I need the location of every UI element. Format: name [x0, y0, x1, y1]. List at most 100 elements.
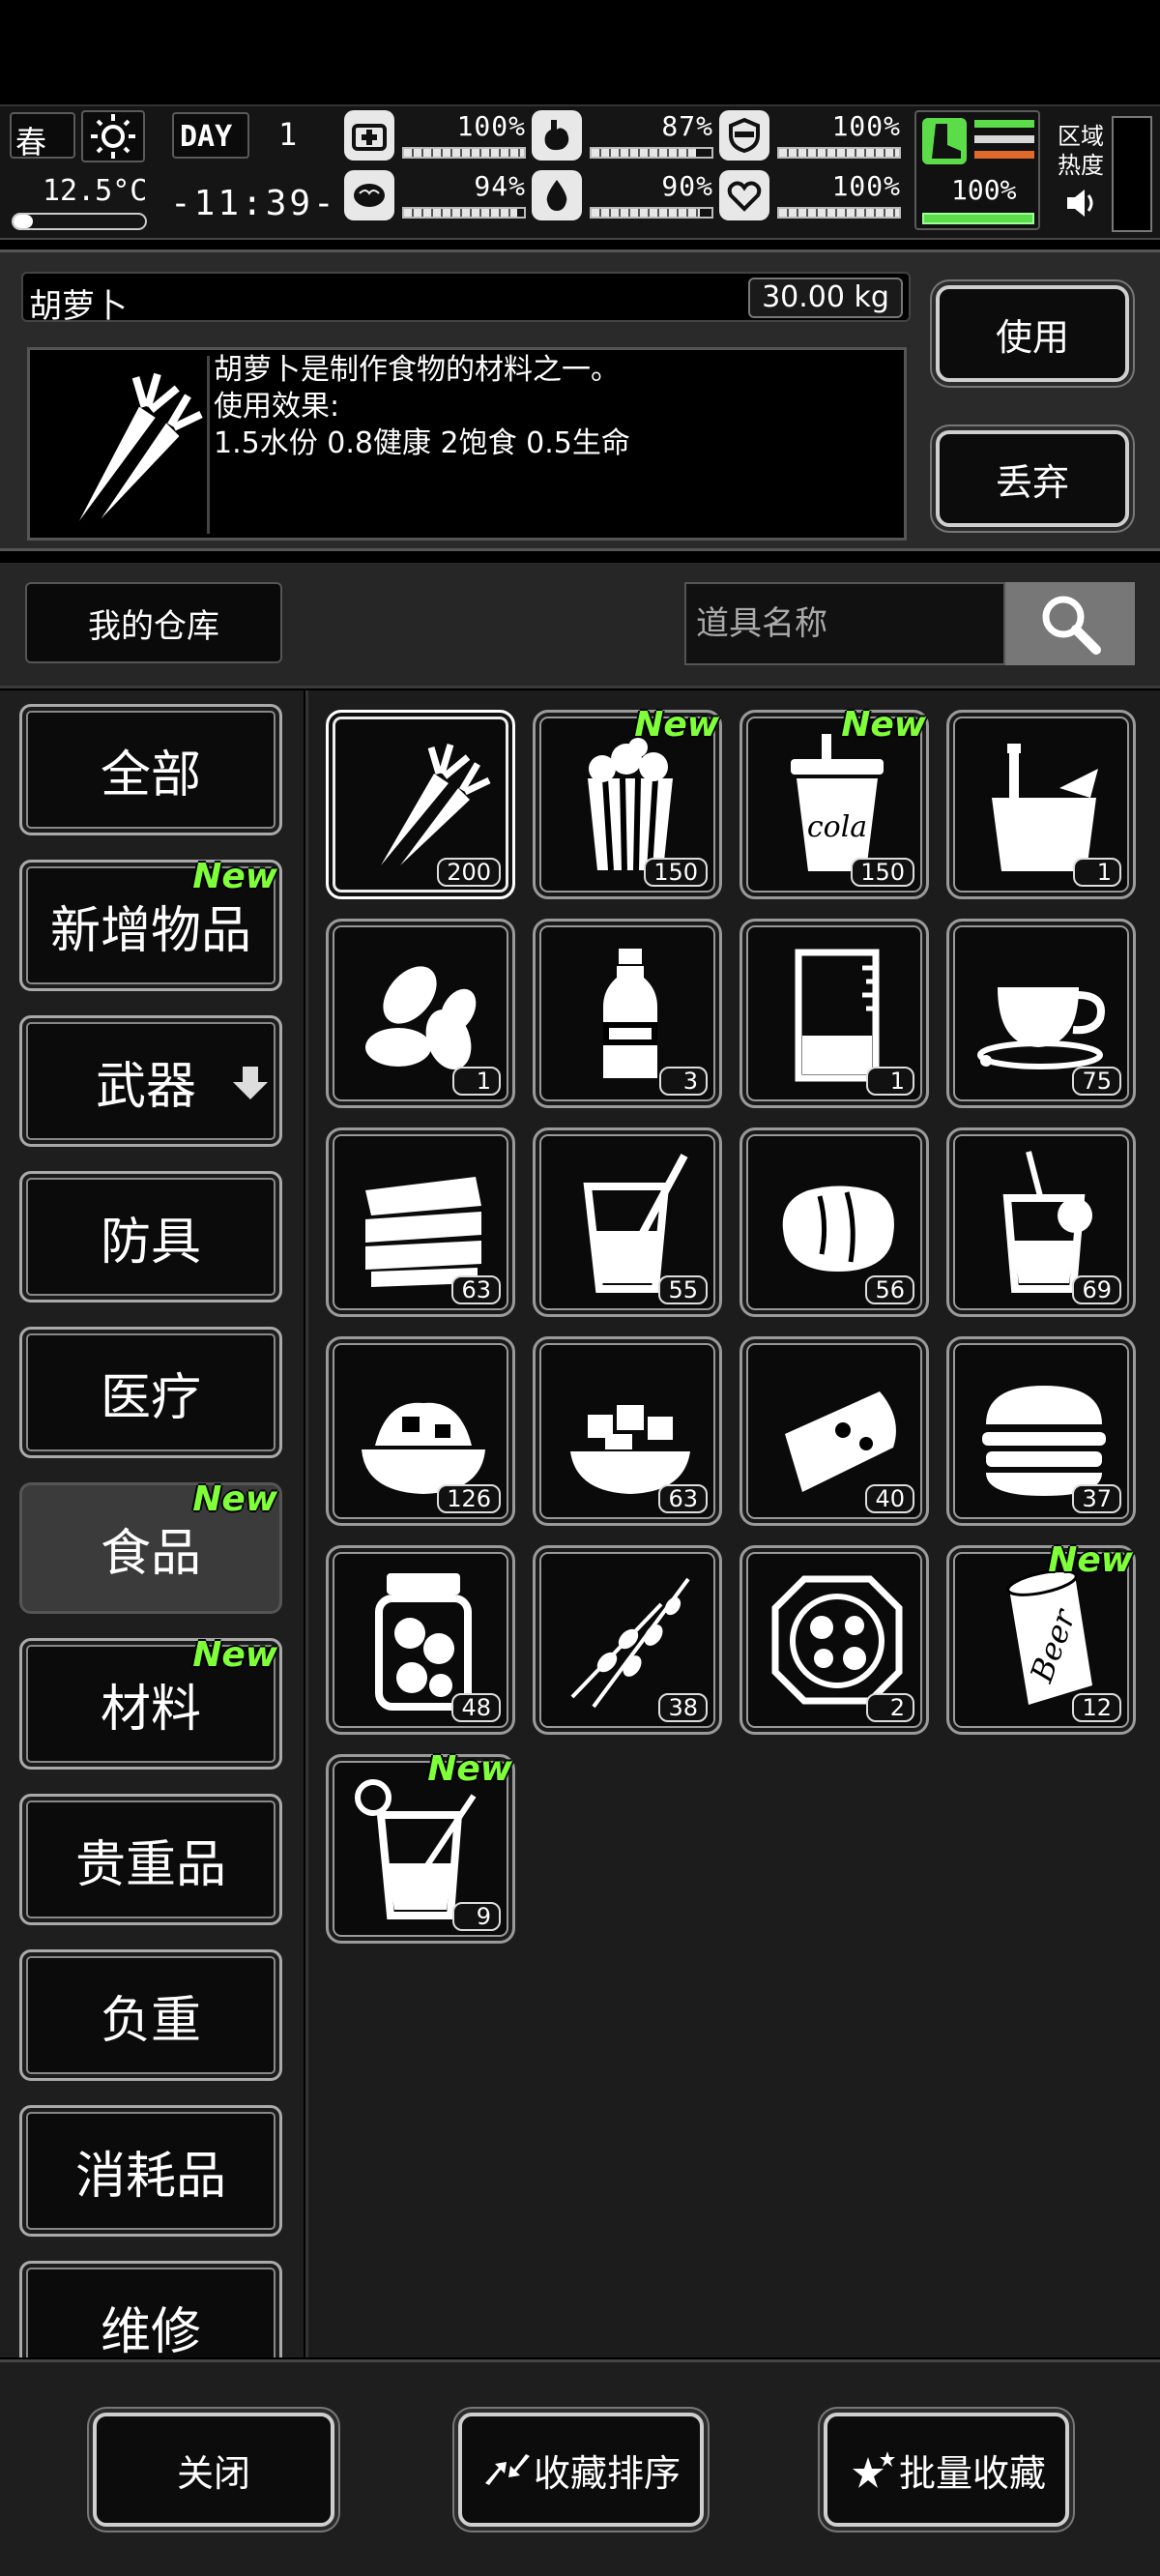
item-quantity: 200: [437, 858, 501, 887]
category-button[interactable]: 防具: [19, 1171, 282, 1303]
item-quantity: 48: [451, 1693, 501, 1722]
item-quantity: 2: [866, 1693, 914, 1722]
item-slot[interactable]: 63: [326, 1127, 515, 1317]
stat-bar-fill: [404, 149, 524, 157]
item-slot[interactable]: 37: [946, 1336, 1136, 1526]
item-slot[interactable]: 56: [740, 1127, 929, 1317]
category-button[interactable]: 全部: [19, 704, 282, 835]
item-quantity: 38: [658, 1693, 708, 1722]
category-button[interactable]: 新增物品 New: [19, 857, 282, 991]
stamina-value: 100%: [951, 174, 1017, 206]
item-slot[interactable]: 1: [946, 710, 1136, 899]
category-label: 新增物品: [49, 901, 251, 960]
item-slot[interactable]: 63: [533, 1336, 722, 1526]
speaker-icon[interactable]: [1063, 186, 1098, 220]
stars-icon: [852, 2451, 895, 2488]
item-quantity: 56: [865, 1275, 914, 1304]
ice-bucket-icon: [992, 744, 1098, 871]
new-badge: New: [634, 705, 719, 745]
tofu-bowl-icon: [570, 1405, 690, 1494]
area-heat-label-2: 热度: [1058, 152, 1104, 179]
heart-icon: [719, 170, 769, 220]
discard-button[interactable]: 丢弃: [936, 430, 1129, 527]
item-slot[interactable]: Beer 12 New: [946, 1540, 1136, 1735]
warehouse-title: 我的仓库: [25, 582, 282, 663]
item-quantity: 3: [659, 1067, 708, 1096]
item-slot[interactable]: cola 150 New: [740, 705, 929, 899]
item-slot[interactable]: 40: [740, 1336, 929, 1526]
item-thumbnail: [36, 356, 210, 534]
category-button[interactable]: 医疗: [19, 1327, 282, 1458]
warehouse-header: 我的仓库 道具名称: [0, 563, 1160, 688]
item-weight: 30.00 kg: [748, 278, 903, 318]
item-slot[interactable]: 126: [326, 1336, 515, 1526]
lemonade-icon: [1002, 1151, 1092, 1293]
item-quantity: 63: [451, 1275, 501, 1304]
new-badge: New: [427, 1749, 512, 1789]
item-slot[interactable]: 200: [326, 710, 515, 899]
stat-bar: [402, 207, 526, 219]
category-label: 材料: [100, 1680, 201, 1739]
item-quantity: 69: [1072, 1275, 1121, 1304]
close-button[interactable]: 关闭: [93, 2413, 334, 2527]
heat-meter: [1112, 116, 1152, 232]
cola-cup-icon: cola: [791, 734, 884, 871]
bottom-bar: 关闭 收藏排序 批量收藏: [0, 2359, 1160, 2576]
stat-bar-fill: [779, 209, 899, 217]
category-button[interactable]: 维修: [19, 2261, 282, 2357]
food-bowl-icon: [362, 1402, 485, 1494]
new-badge: New: [192, 857, 277, 896]
weather-sun-icon: [81, 110, 145, 162]
favorite-sort-button[interactable]: 收藏排序: [458, 2413, 704, 2527]
item-quantity: 75: [1072, 1067, 1121, 1096]
item-slot[interactable]: 75: [946, 919, 1136, 1108]
stat-bar: [402, 147, 526, 159]
sandwich-icon: [365, 1177, 481, 1287]
item-slot[interactable]: 48: [326, 1545, 515, 1735]
category-button[interactable]: 食品 New: [19, 1479, 282, 1614]
category-button[interactable]: 材料 New: [19, 1635, 282, 1770]
search-input[interactable]: 道具名称: [684, 582, 1005, 665]
beaker-icon: [795, 949, 880, 1082]
stat-value: 94%: [474, 170, 526, 202]
item-slot[interactable]: 1: [740, 919, 929, 1108]
pickle-jar-icon: [375, 1573, 472, 1711]
status-bar: 春 12.5°C DAY 1 -11:39- 100% 87% 100% 94% 90%…: [0, 104, 1160, 240]
item-slot[interactable]: 2: [740, 1545, 929, 1735]
brain-icon: [344, 170, 394, 220]
item-slot[interactable]: 1: [326, 919, 515, 1108]
category-button[interactable]: 贵重品: [19, 1794, 282, 1925]
burger-icon: [982, 1386, 1106, 1496]
category-sidebar: 全部 新增物品 New 武器 防具 医疗 食品 New 材料 New 贵重品 负重 消耗品 维修: [0, 690, 304, 2357]
category-button[interactable]: 武器: [19, 1015, 282, 1147]
stat-bar: [777, 147, 901, 159]
stamina-line-white: [974, 135, 1034, 143]
batch-favorite-button[interactable]: 批量收藏: [824, 2413, 1069, 2527]
stat-bar-fill: [592, 149, 696, 157]
category-button[interactable]: 负重: [19, 1949, 282, 2081]
category-button[interactable]: 消耗品: [19, 2105, 282, 2237]
item-quantity: 126: [437, 1484, 501, 1513]
item-quantity: 9: [452, 1902, 501, 1931]
item-slot[interactable]: 3: [533, 919, 722, 1108]
search-button[interactable]: [1005, 582, 1135, 665]
item-quantity: 1: [866, 1067, 914, 1096]
item-slot[interactable]: 9 New: [326, 1749, 515, 1944]
item-slot[interactable]: 69: [946, 1127, 1136, 1317]
item-slot[interactable]: 150 New: [533, 705, 722, 899]
new-badge: New: [841, 705, 926, 745]
new-badge: New: [192, 1479, 277, 1519]
bread-icon: [782, 1186, 894, 1272]
temperature-readout: 12.5°C: [43, 174, 148, 208]
game-screen: 春 12.5°C DAY 1 -11:39- 100% 87% 100% 94% 90%…: [0, 0, 1160, 2576]
stat-value: 100%: [456, 110, 526, 142]
item-slot[interactable]: 55: [533, 1127, 722, 1317]
day-label: DAY: [180, 120, 233, 154]
item-quantity: 37: [1072, 1484, 1121, 1513]
item-slot[interactable]: 38: [533, 1545, 722, 1735]
shield-icon: [719, 110, 769, 161]
item-detail-panel: 胡萝卜 30.00 kg 胡萝卜是制作食物的材料之一。 使用效果: 1.5水份 …: [0, 249, 1160, 551]
use-button[interactable]: 使用: [936, 285, 1129, 382]
hotpot-icon: [771, 1575, 903, 1705]
item-quantity: 1: [1073, 858, 1121, 887]
